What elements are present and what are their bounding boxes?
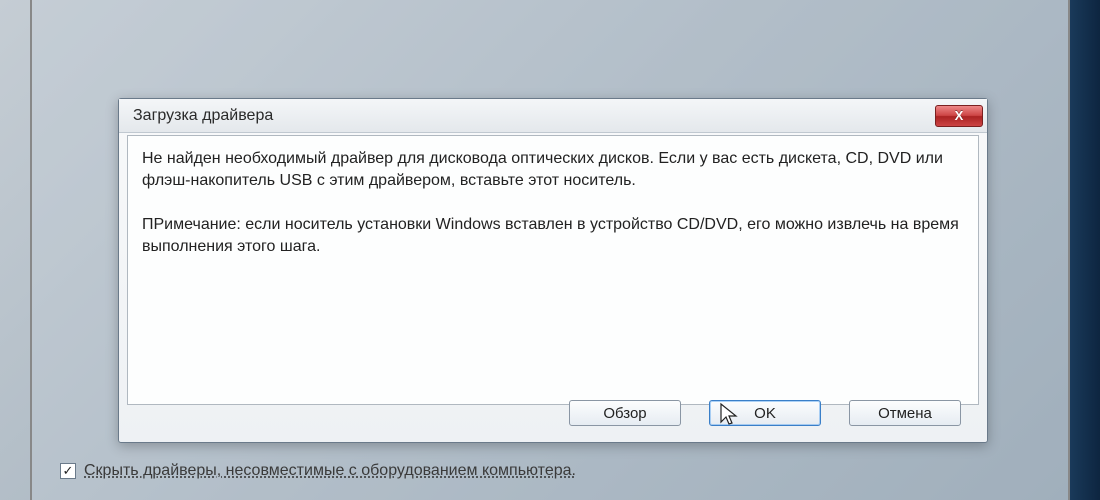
dialog-body: Не найден необходимый драйвер для дисков… (127, 135, 979, 405)
close-button[interactable]: X (935, 105, 983, 127)
check-icon: ✓ (63, 463, 74, 479)
hide-incompatible-checkbox[interactable]: ✓ (60, 463, 76, 479)
hide-incompatible-label: Скрыть драйверы, несовместимые с оборудо… (84, 462, 576, 480)
screen-right-edge (1070, 0, 1100, 500)
dialog-message-1: Не найден необходимый драйвер для дисков… (142, 148, 964, 192)
dialog-title: Загрузка драйвера (133, 107, 273, 125)
cancel-button[interactable]: Отмена (849, 400, 961, 426)
dialog-button-row: Обзор OK Отмена (569, 400, 961, 426)
load-driver-dialog: Загрузка драйвера X Не найден необходимы… (118, 98, 988, 443)
close-icon: X (955, 108, 964, 123)
hide-incompatible-row: ✓ Скрыть драйверы, несовместимые с обору… (60, 462, 576, 480)
browse-button[interactable]: Обзор (569, 400, 681, 426)
dialog-message-2: ПРимечание: если носитель установки Wind… (142, 214, 964, 258)
dialog-titlebar: Загрузка драйвера X (119, 99, 987, 133)
ok-button[interactable]: OK (709, 400, 821, 426)
